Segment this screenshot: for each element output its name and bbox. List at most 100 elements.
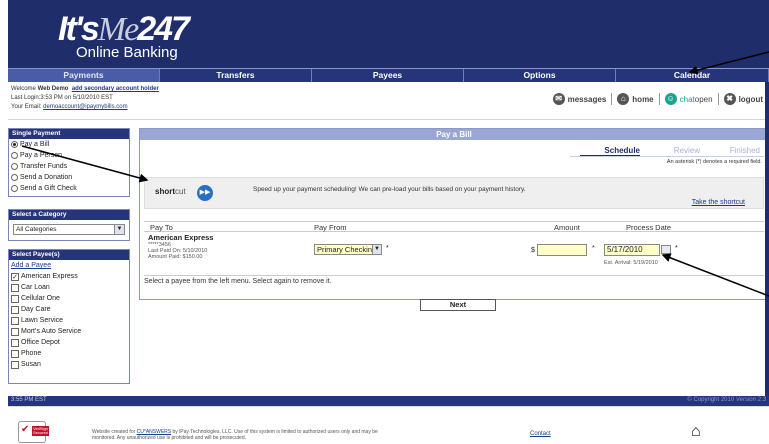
col-amount: Amount (554, 223, 580, 232)
sidebar: Single Payment Pay a Bill Pay a Person T… (8, 128, 130, 384)
radio-icon[interactable] (11, 163, 18, 170)
checkbox-checked-icon[interactable]: ✓ (11, 272, 19, 281)
add-holder-link[interactable]: add secondary account holder (72, 86, 159, 92)
option-label: Pay a Bill (20, 141, 50, 148)
logout-icon[interactable]: ✖ (723, 93, 736, 105)
tab-options[interactable]: Options (464, 69, 616, 82)
shortcut-brand-b: cut (175, 187, 186, 196)
tab-calendar[interactable]: Calendar (616, 69, 769, 82)
toolbar: ✉ messages ⌂ home ☺ chatopen ✖ logout (552, 93, 763, 105)
calendar-icon[interactable] (661, 245, 671, 254)
messages-icon[interactable]: ✉ (552, 93, 565, 105)
email-link[interactable]: demoaccount@ipaymybills.com (43, 104, 127, 110)
add-payee-link[interactable]: Add a Payee (9, 260, 129, 271)
checkbox-icon[interactable] (11, 349, 19, 358)
payee-day-care[interactable]: Day Care (9, 304, 129, 315)
logo-its: It's (58, 10, 100, 48)
checkmark-icon: ✔ (21, 424, 30, 435)
welcome-prefix: Welcome (11, 86, 36, 92)
shortcut-message: Speed up your payment scheduling! We can… (253, 186, 526, 193)
category-value: All Categories (16, 226, 57, 233)
chevron-down-icon[interactable]: ▼ (114, 225, 124, 234)
category-select[interactable]: All Categories ▼ (13, 224, 125, 235)
checkbox-icon[interactable] (11, 360, 19, 369)
shortcut-banner: shortcut ▶▶ Speed up your payment schedu… (144, 177, 764, 209)
user-name: Web Demo (37, 86, 69, 92)
footer: ✔ VeriSign Secured Website created for CU… (8, 406, 769, 444)
payee-car-loan[interactable]: Car Loan (9, 282, 129, 293)
chat-link[interactable]: chatopen (680, 95, 713, 104)
divider (717, 93, 719, 105)
radio-icon[interactable] (11, 141, 18, 148)
app-window: It'sMe247 Online Banking Payments Transf… (0, 0, 769, 444)
checkbox-icon[interactable] (11, 294, 19, 303)
option-pay-person[interactable]: Pay a Person (9, 150, 129, 161)
shortcut-brand-a: short (155, 187, 175, 196)
right-edge (765, 82, 769, 396)
payee-susan[interactable]: Susan (9, 359, 129, 370)
payee-label: Office Depot (21, 339, 60, 346)
chevron-down-icon[interactable]: ▼ (372, 245, 381, 254)
pay-bill-panel: Pay a Bill Schedule Review Finished An a… (139, 128, 769, 300)
left-margin (0, 0, 8, 444)
verisign-label: VeriSign Secured (32, 426, 49, 436)
checkbox-icon[interactable] (11, 327, 19, 336)
tab-transfers[interactable]: Transfers (160, 69, 312, 82)
status-bar: 3:55 PM EST © Copyright 2010 Version 2.3 (8, 396, 769, 406)
logout-link[interactable]: logout (739, 95, 763, 104)
divider (658, 93, 660, 105)
verisign-b: Secured (33, 430, 48, 435)
payee-hint: Select a payee from the left menu. Selec… (144, 275, 764, 285)
category-box: Select a Category All Categories ▼ (8, 209, 130, 241)
home-icon[interactable]: ⌂ (617, 93, 630, 105)
amount-input[interactable] (537, 244, 587, 256)
radio-icon[interactable] (11, 152, 18, 159)
home-link[interactable]: home (632, 95, 653, 104)
payee-cellular-one[interactable]: Cellular One (9, 293, 129, 304)
est-arrival: Est. Arrival: 5/19/2010 (604, 260, 658, 266)
required-marker: * (386, 245, 389, 252)
checkbox-icon[interactable] (11, 316, 19, 325)
option-send-gift-check[interactable]: Send a Gift Check (9, 183, 129, 194)
payee-label: Day Care (21, 306, 51, 313)
currency-symbol: $ (531, 247, 535, 254)
checkbox-icon[interactable] (11, 283, 19, 292)
payee-american-express[interactable]: ✓ American Express (9, 271, 129, 282)
clock: 3:55 PM EST (11, 397, 47, 403)
chat-icon[interactable]: ☺ (664, 93, 677, 105)
pay-from-select[interactable]: Primary Checking ▼ (314, 244, 382, 255)
take-shortcut-link[interactable]: Take the shortcut (692, 199, 745, 206)
payee-label: Phone (21, 350, 42, 357)
chat-label: chat (679, 94, 695, 104)
payee-label: Mort's Auto Service (21, 328, 82, 335)
messages-link[interactable]: messages (568, 95, 607, 104)
option-send-donation[interactable]: Send a Donation (9, 172, 129, 183)
contact-link[interactable]: Contact (530, 431, 551, 437)
option-label: Send a Gift Check (20, 185, 77, 192)
checkbox-icon[interactable] (11, 305, 19, 314)
copyright-text: © Copyright 2010 (687, 397, 735, 403)
option-pay-bill[interactable]: Pay a Bill (9, 139, 129, 150)
col-pay-from: Pay From (314, 223, 347, 232)
radio-icon[interactable] (11, 185, 18, 192)
user-bar: Welcome Web Demo add secondary account h… (8, 82, 769, 120)
process-date-input[interactable]: 5/17/2010 (604, 244, 660, 256)
payee-phone[interactable]: Phone (9, 348, 129, 359)
fast-forward-icon[interactable]: ▶▶ (197, 185, 213, 201)
radio-icon[interactable] (11, 174, 18, 181)
payee-lawn-service[interactable]: Lawn Service (9, 315, 129, 326)
divider (611, 93, 613, 105)
next-button[interactable]: Next (420, 299, 496, 311)
category-title: Select a Category (9, 210, 129, 220)
payee-morts-auto[interactable]: Mort's Auto Service (9, 326, 129, 337)
required-note: An asterisk (*) denotes a required field… (666, 159, 762, 165)
bank-logo[interactable]: It'sMe247 Online Banking (58, 8, 208, 64)
payees-box: Select Payee(s) Add a Payee ✓ American Ex… (8, 249, 130, 384)
checkbox-icon[interactable] (11, 338, 19, 347)
tab-payees[interactable]: Payees (312, 69, 464, 82)
tab-payments[interactable]: Payments (8, 69, 160, 82)
logo-me: Me (97, 11, 139, 48)
verisign-badge[interactable]: ✔ VeriSign Secured (18, 421, 49, 443)
payee-office-depot[interactable]: Office Depot (9, 337, 129, 348)
option-transfer-funds[interactable]: Transfer Funds (9, 161, 129, 172)
